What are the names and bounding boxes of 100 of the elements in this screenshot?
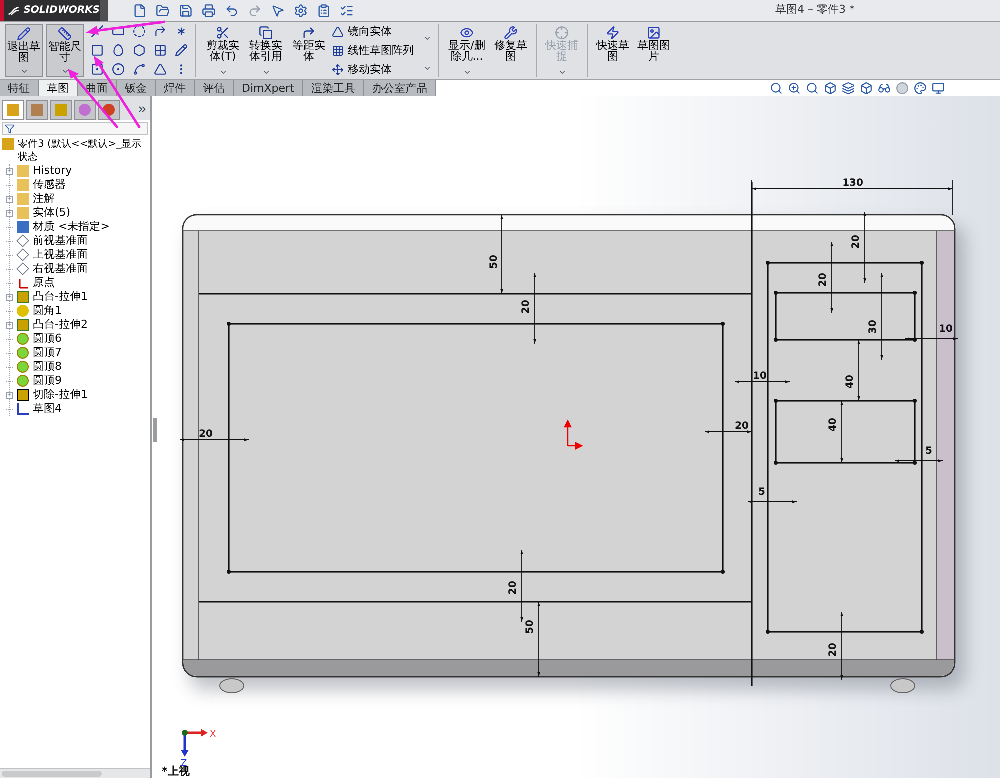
tree-item[interactable]: 圆顶8 — [33, 360, 62, 374]
undo-icon[interactable] — [225, 4, 239, 18]
sketch-line[interactable] — [199, 293, 752, 295]
ribbon-button[interactable]: 等距实体 — [289, 24, 329, 62]
caret-icon[interactable] — [262, 68, 270, 77]
zoom-in-icon[interactable] — [788, 82, 801, 94]
tree-item[interactable]: 凸台-拉伸1 — [33, 290, 88, 304]
dimension-line[interactable] — [894, 460, 944, 462]
dimension-value[interactable]: 20 — [735, 421, 749, 432]
options-icon[interactable] — [340, 4, 354, 18]
tree-item[interactable]: 原点 — [33, 276, 55, 290]
dimension-line[interactable] — [704, 430, 752, 434]
section-view-icon[interactable] — [842, 82, 855, 94]
dimension-value[interactable]: 40 — [845, 375, 856, 389]
dimension-line[interactable] — [748, 500, 798, 504]
dimension-line[interactable] — [180, 438, 250, 442]
pen-icon[interactable] — [175, 44, 188, 57]
save-icon[interactable] — [179, 4, 193, 18]
expand-toggle[interactable] — [6, 322, 13, 328]
print-icon[interactable] — [202, 4, 216, 18]
triangle-icon[interactable] — [154, 62, 167, 76]
zoom-area-icon[interactable] — [806, 82, 819, 94]
caret-icon[interactable] — [20, 67, 28, 76]
sketch-rectangle[interactable] — [774, 399, 917, 465]
center-rectangle-icon[interactable] — [91, 62, 104, 76]
dimension-line[interactable] — [534, 272, 536, 344]
tree-item[interactable]: 圆顶7 — [33, 346, 62, 360]
caret-icon[interactable] — [423, 64, 432, 73]
tree-item[interactable]: 上视基准面 — [33, 248, 88, 262]
line-icon[interactable] — [91, 25, 104, 38]
dimension-value[interactable]: 20 — [851, 235, 862, 249]
tree-item[interactable]: 切除-拉伸1 — [33, 388, 88, 402]
dimension-value[interactable]: 10 — [753, 371, 767, 382]
dimension-line[interactable] — [734, 380, 790, 384]
dimension-value[interactable]: 50 — [489, 255, 500, 269]
expand-toggle[interactable] — [6, 168, 13, 174]
tree-item[interactable]: 凸台-拉伸2 — [33, 318, 88, 332]
dimension-line[interactable] — [840, 612, 844, 680]
dimension-line[interactable] — [752, 180, 954, 216]
expand-toggle[interactable] — [6, 210, 13, 216]
expand-panel-icon[interactable] — [137, 104, 148, 115]
rebuild-icon[interactable] — [294, 4, 308, 18]
dimension-line[interactable] — [500, 214, 504, 294]
view-orientation-icon[interactable] — [824, 82, 837, 94]
dimension-value[interactable]: 5 — [926, 446, 932, 457]
glasses-icon[interactable] — [878, 82, 891, 94]
dimension-value[interactable]: 40 — [828, 418, 839, 432]
fillet-icon[interactable] — [154, 25, 167, 38]
caret-icon[interactable] — [218, 68, 228, 77]
polygon-icon[interactable] — [133, 44, 146, 57]
dimension-line[interactable] — [840, 400, 844, 464]
dimension-line[interactable] — [880, 272, 884, 360]
ribbon-button[interactable]: 转换实体引用 — [246, 24, 286, 62]
ribbon-button[interactable]: 草图图片 — [635, 24, 673, 62]
expand-toggle[interactable] — [6, 294, 13, 300]
tree-item[interactable]: 实体(5) — [33, 206, 71, 220]
dimension-value[interactable]: 20 — [818, 273, 829, 287]
panel-tab[interactable] — [2, 100, 24, 120]
tree-item[interactable]: 圆顶9 — [33, 374, 62, 388]
tree-item[interactable]: 圆顶6 — [33, 332, 62, 346]
scene-icon[interactable] — [914, 82, 927, 94]
ribbon-button[interactable]: 快速草图 — [594, 24, 632, 62]
arc-icon[interactable] — [133, 25, 146, 38]
ribbon-list-button[interactable]: 线性草图阵列 — [332, 44, 414, 57]
tree-item[interactable]: 草图4 — [33, 402, 62, 416]
ribbon-button[interactable]: 修复草图 — [492, 24, 530, 62]
caret-icon[interactable] — [423, 34, 432, 43]
appearance-icon[interactable] — [896, 82, 909, 94]
dimension-value[interactable]: 20 — [828, 643, 839, 657]
tree-item[interactable]: 零件3 (默认<<默认>_显示状态 — [18, 138, 146, 164]
dimension-line[interactable] — [858, 340, 860, 402]
dimension-line[interactable] — [520, 550, 524, 622]
caret-icon[interactable] — [60, 67, 70, 76]
dimension-line[interactable] — [830, 242, 834, 314]
rectangle-icon[interactable] — [91, 44, 104, 57]
dimension-value[interactable]: 20 — [508, 581, 519, 595]
zoom-fit-icon[interactable] — [770, 82, 783, 94]
ribbon-list-button[interactable]: 镜向实体 — [332, 25, 414, 38]
circle-icon[interactable] — [112, 62, 125, 76]
tree-item[interactable]: 右视基准面 — [33, 262, 88, 276]
sketch-rectangle[interactable] — [766, 261, 924, 634]
dimension-line[interactable] — [538, 602, 540, 678]
dimension-value[interactable]: 130 — [842, 178, 864, 189]
dimension-value[interactable]: 5 — [758, 487, 766, 498]
sketch-rectangle[interactable] — [774, 291, 917, 342]
splitter-handle[interactable] — [153, 418, 157, 442]
tree-item[interactable]: 材质 <未指定> — [33, 220, 110, 234]
clipboard-icon[interactable] — [317, 4, 331, 18]
caret-icon[interactable] — [462, 68, 472, 77]
grid-icon[interactable] — [154, 44, 167, 57]
dimension-line[interactable] — [864, 212, 866, 284]
open-folder-icon[interactable] — [156, 4, 170, 18]
tree-item[interactable]: 前视基准面 — [33, 234, 88, 248]
ribbon-list-button[interactable]: 移动实体 — [332, 63, 414, 76]
spline-icon[interactable] — [133, 62, 146, 76]
sketch-line[interactable] — [751, 182, 753, 686]
view-settings-icon[interactable] — [932, 82, 945, 94]
scrollbar-thumb[interactable] — [2, 770, 102, 776]
sketch-line[interactable] — [199, 601, 752, 603]
tree-item[interactable]: 注解 — [33, 192, 55, 206]
